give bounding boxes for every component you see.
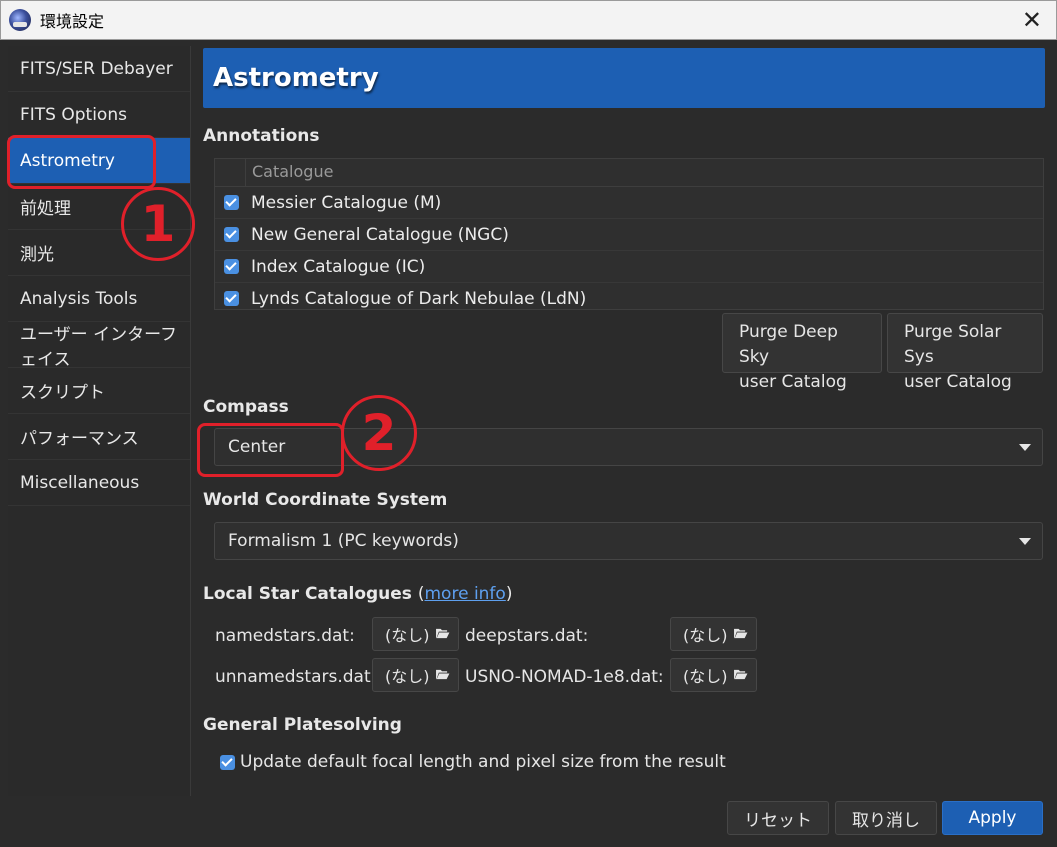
catalogue-row-ldn[interactable]: Lynds Catalogue of Dark Nebulae (LdN) — [215, 283, 1043, 309]
purge-deep-sky-button[interactable]: Purge Deep Sky user Catalog — [722, 313, 882, 392]
purge-solar-sys-button[interactable]: Purge Solar Sys user Catalog — [887, 313, 1043, 392]
local-catalogues-section-title: Local Star Catalogues (more info) — [203, 584, 512, 604]
sidebar-item-miscellaneous[interactable]: Miscellaneous — [8, 460, 190, 506]
catalogue-row-messier[interactable]: Messier Catalogue (M) — [215, 187, 1043, 219]
usno-nomad-file-value: (なし) — [683, 667, 728, 686]
cancel-button[interactable]: 取り消し — [835, 801, 937, 835]
marker-one: 1 — [121, 187, 195, 261]
ic-checkbox[interactable] — [224, 259, 239, 274]
wcs-selected-value: Formalism 1 (PC keywords) — [228, 531, 459, 551]
window-title: 環境設定 — [40, 12, 105, 31]
sidebar-item-fits-ser-debayer[interactable]: FITS/SER Debayer — [8, 46, 190, 92]
more-info-link[interactable]: more info — [425, 584, 506, 604]
usno-nomad-label: USNO-NOMAD-1e8.dat: — [465, 667, 664, 687]
sidebar-item-user-interface[interactable]: ユーザー インターフェイス — [8, 322, 190, 370]
catalogue-table: Catalogue Messier Catalogue (M) New Gene… — [214, 158, 1044, 310]
purge-deep-sky-line2: user Catalog — [739, 372, 847, 392]
catalogue-table-header: Catalogue — [215, 159, 1043, 187]
folder-open-icon — [734, 628, 748, 639]
sidebar-item-performance[interactable]: パフォーマンス — [8, 414, 190, 460]
usno-nomad-file-button[interactable]: (なし) — [670, 658, 757, 692]
deepstars-file-value: (なし) — [683, 626, 728, 645]
highlight-box-compass — [197, 423, 344, 477]
folder-open-icon — [436, 628, 450, 639]
deepstars-label: deepstars.dat: — [465, 626, 589, 646]
catalogue-column-header[interactable]: Catalogue — [252, 162, 333, 181]
annotations-section-title: Annotations — [203, 126, 320, 146]
local-catalogues-title-text: Local Star Catalogues — [203, 584, 412, 604]
folder-open-icon — [734, 669, 748, 680]
update-focal-length-option[interactable]: Update default focal length and pixel si… — [220, 752, 726, 772]
purge-solar-sys-line1: Purge Solar Sys — [904, 322, 1002, 367]
catalogue-row-label: Lynds Catalogue of Dark Nebulae (LdN) — [251, 288, 587, 309]
messier-checkbox[interactable] — [224, 195, 239, 210]
catalogue-row-label: Messier Catalogue (M) — [251, 192, 442, 213]
chevron-down-icon — [1019, 444, 1031, 451]
namedstars-file-value: (なし) — [385, 626, 430, 645]
wcs-dropdown[interactable]: Formalism 1 (PC keywords) — [214, 522, 1043, 560]
compass-section-title: Compass — [203, 397, 289, 417]
astrometry-panel: Astrometry Annotations Catalogue Messier… — [203, 46, 1048, 796]
catalogue-row-ic[interactable]: Index Catalogue (IC) — [215, 251, 1043, 283]
catalogue-row-label: Index Catalogue (IC) — [251, 256, 426, 277]
wcs-section-title: World Coordinate System — [203, 490, 448, 510]
paren-open: ( — [417, 584, 425, 604]
unnamedstars-file-value: (なし) — [385, 667, 430, 686]
page-title: Astrometry — [203, 48, 1045, 108]
apply-button[interactable]: Apply — [942, 801, 1043, 835]
chevron-down-icon — [1019, 538, 1031, 545]
unnamedstars-label: unnamedstars.dat: — [215, 667, 377, 687]
platesolving-section-title: General Platesolving — [203, 715, 402, 735]
dialog-button-bar: リセット 取り消し Apply — [0, 796, 1057, 847]
close-icon[interactable]: ✕ — [1022, 7, 1042, 33]
title-bar: 環境設定 ✕ — [0, 0, 1057, 40]
highlight-box-astrometry — [7, 135, 156, 189]
sidebar-item-scripts[interactable]: スクリプト — [8, 368, 190, 414]
column-divider — [245, 159, 246, 187]
sidebar-item-analysis-tools[interactable]: Analysis Tools — [8, 276, 190, 322]
catalogue-row-ngc[interactable]: New General Catalogue (NGC) — [215, 219, 1043, 251]
paren-close: ) — [505, 584, 513, 604]
namedstars-label: namedstars.dat: — [215, 626, 355, 646]
unnamedstars-file-button[interactable]: (なし) — [372, 658, 459, 692]
catalogue-row-label: New General Catalogue (NGC) — [251, 224, 509, 245]
update-focal-length-checkbox[interactable] — [220, 754, 235, 770]
ldn-checkbox[interactable] — [224, 291, 239, 306]
deepstars-file-button[interactable]: (なし) — [670, 617, 757, 651]
purge-deep-sky-line1: Purge Deep Sky — [739, 322, 838, 367]
folder-open-icon — [436, 669, 450, 680]
update-focal-length-label: Update default focal length and pixel si… — [240, 752, 726, 772]
sidebar-item-fits-options[interactable]: FITS Options — [8, 92, 190, 138]
marker-two: 2 — [341, 395, 417, 471]
reset-button[interactable]: リセット — [727, 801, 829, 835]
app-icon — [9, 9, 31, 31]
namedstars-file-button[interactable]: (なし) — [372, 617, 459, 651]
purge-solar-sys-line2: user Catalog — [904, 372, 1012, 392]
ngc-checkbox[interactable] — [224, 227, 239, 242]
